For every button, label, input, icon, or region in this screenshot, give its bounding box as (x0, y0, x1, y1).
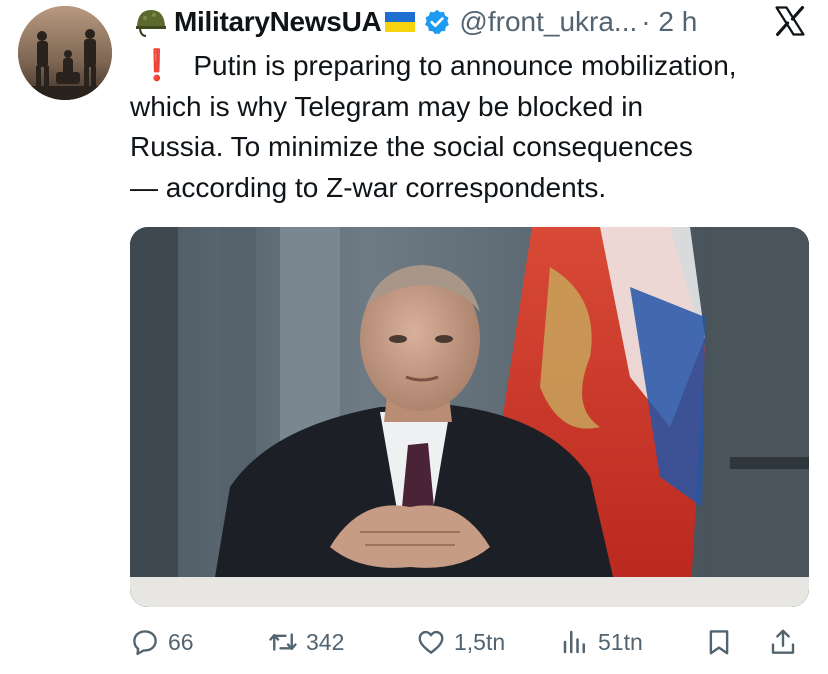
x-logo-icon[interactable] (773, 4, 807, 38)
reply-button[interactable]: 66 (130, 620, 194, 664)
tweet-text: Putin is preparing to announce mobilizat… (130, 50, 737, 203)
photo-image (130, 227, 809, 607)
tweet-body: ❗ Putin is preparing to announce mobiliza… (130, 46, 810, 208)
verified-badge-icon[interactable] (423, 8, 451, 36)
avatar-image (18, 6, 112, 100)
reply-count: 66 (168, 628, 194, 655)
military-helmet-icon (136, 10, 166, 37)
retweet-count: 342 (306, 628, 345, 655)
heart-icon (418, 630, 444, 654)
like-count: 1,5tn (454, 628, 506, 655)
ukraine-flag-icon (385, 12, 416, 32)
views-chart-icon (563, 630, 585, 654)
tweet-card[interactable]: MilitaryNewsUA @front_ukra... · 2 h ❗ Put… (0, 0, 828, 674)
bookmark-button[interactable] (704, 620, 734, 664)
retweet-button[interactable]: 342 (268, 620, 344, 664)
author-display-name[interactable]: MilitaryNewsUA (174, 6, 382, 38)
author-avatar[interactable] (18, 6, 112, 100)
bookmark-icon (709, 630, 729, 655)
reply-icon (133, 630, 157, 656)
like-button[interactable]: 1,5tn (416, 620, 505, 664)
views-count: 51tn (598, 628, 643, 655)
exclamation-icon: ❗ (138, 49, 176, 82)
author-handle[interactable]: @front_ukra... (459, 6, 637, 38)
tweet-photo[interactable] (130, 227, 809, 607)
views-button[interactable]: 51tn (560, 620, 643, 664)
tweet-header: MilitaryNewsUA @front_ukra... · 2 h (134, 0, 814, 44)
share-button[interactable] (768, 620, 798, 664)
share-icon (771, 629, 795, 654)
tweet-timestamp[interactable]: · 2 h (641, 6, 697, 38)
retweet-icon (269, 633, 297, 651)
tweet-actions-bar: 66 342 1,5tn 51tn (130, 620, 810, 664)
